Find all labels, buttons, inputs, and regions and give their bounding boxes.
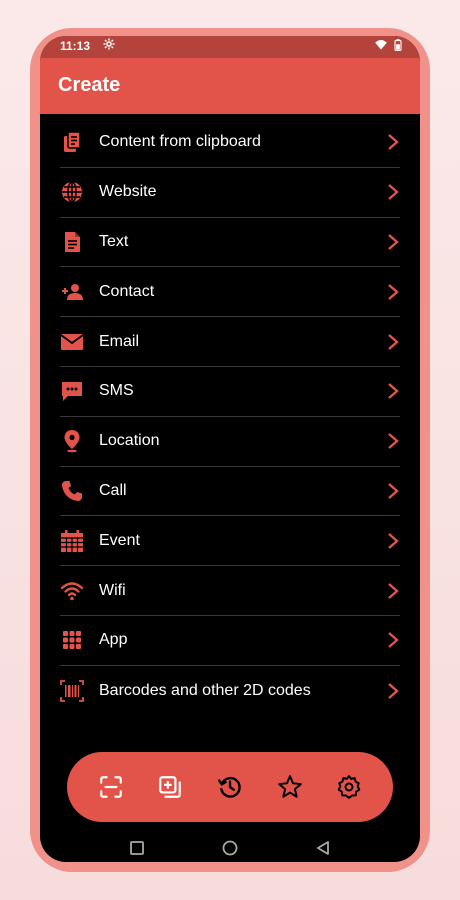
chevron-right-icon <box>388 532 399 549</box>
list-item-location[interactable]: Location <box>60 417 400 467</box>
globe-icon <box>60 180 84 204</box>
status-time: 11:13 <box>60 39 91 53</box>
list-item-label: Website <box>99 183 157 201</box>
chevron-right-icon <box>388 433 399 450</box>
phone-screen: 11:13 Create Content from clipboard Webs… <box>40 36 420 862</box>
list-item-label: Content from clipboard <box>99 133 261 151</box>
list-item-wifi[interactable]: Wifi <box>60 566 400 616</box>
list-item-label: Wifi <box>99 581 126 599</box>
calendar-icon <box>60 529 84 553</box>
apps-grid-icon <box>60 628 84 652</box>
history-nav-button[interactable] <box>212 769 248 805</box>
chat-icon <box>60 379 84 403</box>
wifi-signal-icon <box>374 39 388 54</box>
history-icon <box>217 776 241 798</box>
create-nav-button[interactable] <box>152 769 188 805</box>
chevron-right-icon <box>388 333 399 350</box>
list-item-label: Text <box>99 232 129 250</box>
settings-nav-button[interactable] <box>331 769 367 805</box>
add-person-icon <box>60 280 84 304</box>
chevron-right-icon <box>388 134 399 151</box>
chevron-right-icon <box>388 682 399 699</box>
chevron-right-icon <box>388 632 399 649</box>
back-triangle-icon[interactable] <box>314 839 332 857</box>
location-pin-icon <box>60 429 84 453</box>
list-item-label: Barcodes and other 2D codes <box>99 681 311 699</box>
list-item-label: Event <box>99 531 140 549</box>
envelope-icon <box>60 330 84 354</box>
status-settings-icon <box>103 38 115 53</box>
list-item-label: App <box>99 631 128 649</box>
list-item-call[interactable]: Call <box>60 467 400 517</box>
list-item-label: Location <box>99 432 160 450</box>
bottom-navigation <box>67 752 393 822</box>
create-icon <box>159 776 182 798</box>
app-bar: Create <box>40 58 420 114</box>
favorites-nav-button[interactable] <box>272 769 308 805</box>
status-bar: 11:13 <box>40 36 420 58</box>
create-type-list: Content from clipboard Website Text Cont… <box>40 118 420 716</box>
list-item-website[interactable]: Website <box>60 168 400 218</box>
list-item-app[interactable]: App <box>60 616 400 666</box>
list-item-label: SMS <box>99 382 134 400</box>
chevron-right-icon <box>388 483 399 499</box>
list-item-clipboard[interactable]: Content from clipboard <box>60 118 400 168</box>
page-title: Create <box>58 74 121 96</box>
recents-square-icon[interactable] <box>128 839 146 857</box>
chevron-right-icon <box>388 184 399 201</box>
document-icon <box>60 230 84 254</box>
list-item-sms[interactable]: SMS <box>60 367 400 417</box>
system-navigation-bar <box>40 834 420 862</box>
chevron-right-icon <box>388 283 399 300</box>
list-item-contact[interactable]: Contact <box>60 267 400 318</box>
clipboard-icon <box>60 130 84 154</box>
phone-icon <box>60 479 84 503</box>
wifi-icon <box>60 579 84 603</box>
chevron-right-icon <box>388 582 399 599</box>
favorites-icon <box>277 775 302 798</box>
list-item-label: Email <box>99 332 140 350</box>
scan-nav-button[interactable] <box>93 769 129 805</box>
chevron-right-icon <box>388 234 399 250</box>
battery-icon <box>394 39 402 54</box>
list-item-event[interactable]: Event <box>60 516 400 567</box>
barcode-icon <box>60 679 84 703</box>
settings-icon <box>337 775 361 799</box>
list-item-text[interactable]: Text <box>60 218 400 268</box>
scan-icon <box>99 776 122 798</box>
home-circle-icon[interactable] <box>221 839 239 857</box>
list-item-label: Call <box>99 481 127 499</box>
chevron-right-icon <box>388 383 399 400</box>
list-item-email[interactable]: Email <box>60 317 400 367</box>
list-item-barcodes[interactable]: Barcodes and other 2D codes <box>60 666 400 716</box>
list-item-label: Contact <box>99 282 155 300</box>
